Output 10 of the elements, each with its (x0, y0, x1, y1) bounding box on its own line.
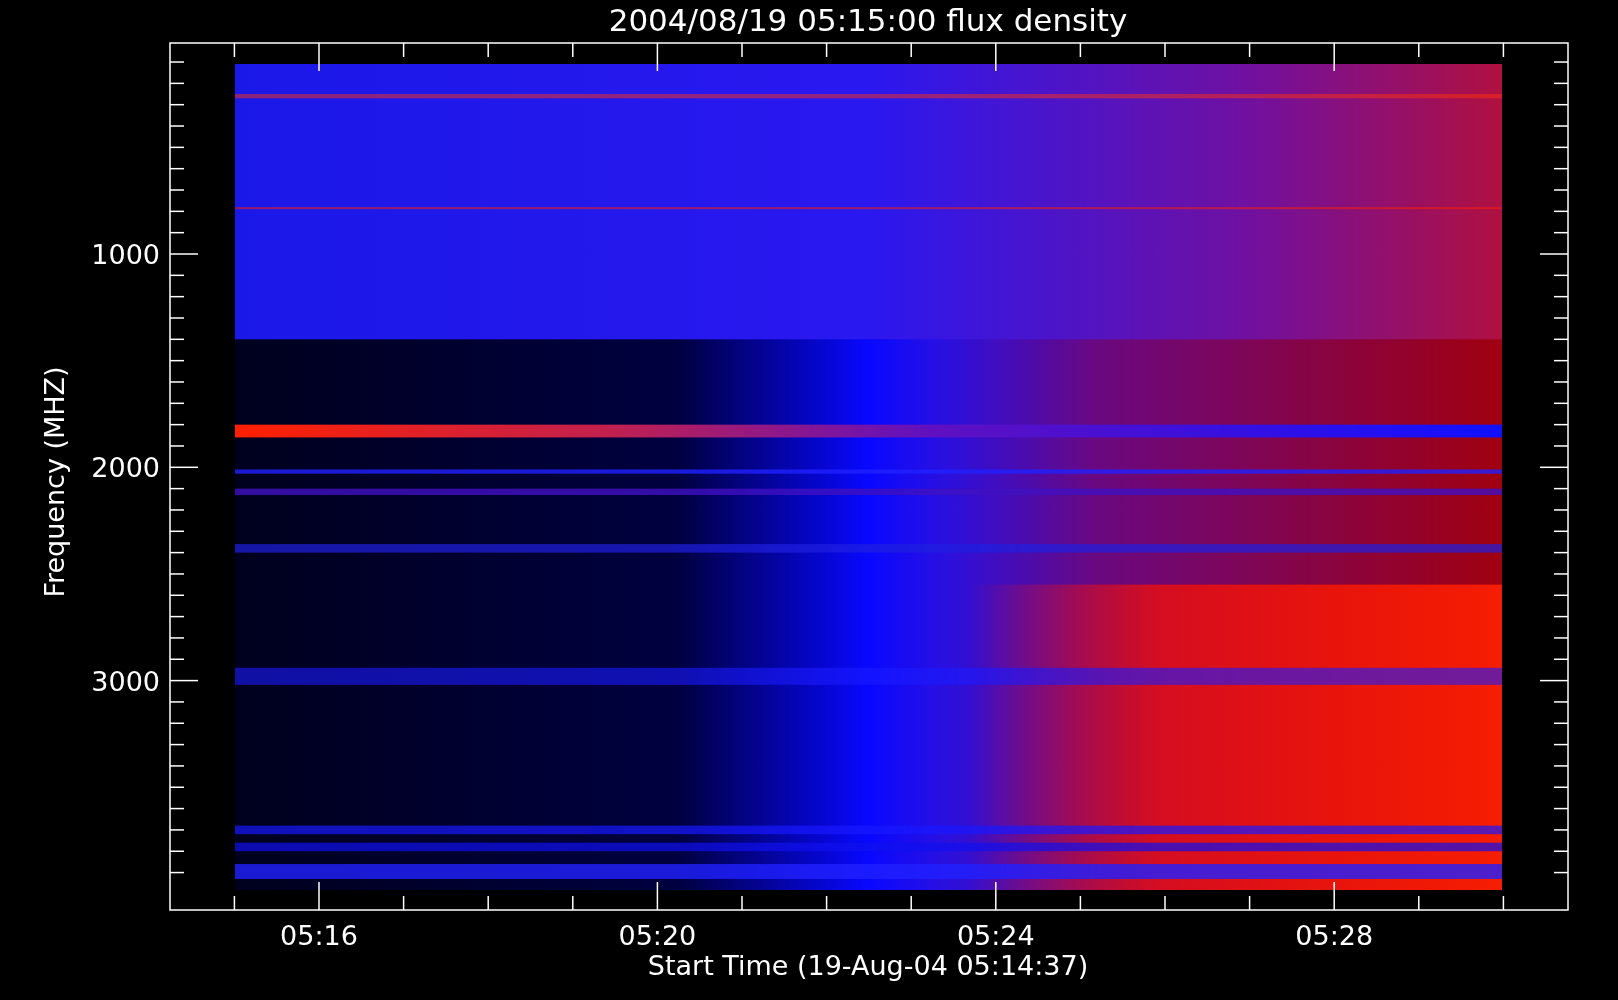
y-tick-label: 2000 (91, 452, 160, 484)
y-tick-label: 1000 (91, 239, 160, 270)
x-tick-label: 05:24 (956, 920, 1035, 951)
x-tick-label: 05:20 (618, 920, 697, 951)
y-axis-label: Frequency (MHZ) (39, 366, 70, 598)
x-tick-label: 05:28 (1295, 920, 1374, 951)
y-tick-label: 3000 (91, 665, 160, 697)
x-axis-label: Start Time (19-Aug-04 05:14:37) (647, 950, 1089, 981)
plot-title: 2004/08/19 05:15:00 flux density (608, 2, 1128, 38)
x-tick-label: 05:16 (280, 920, 358, 951)
